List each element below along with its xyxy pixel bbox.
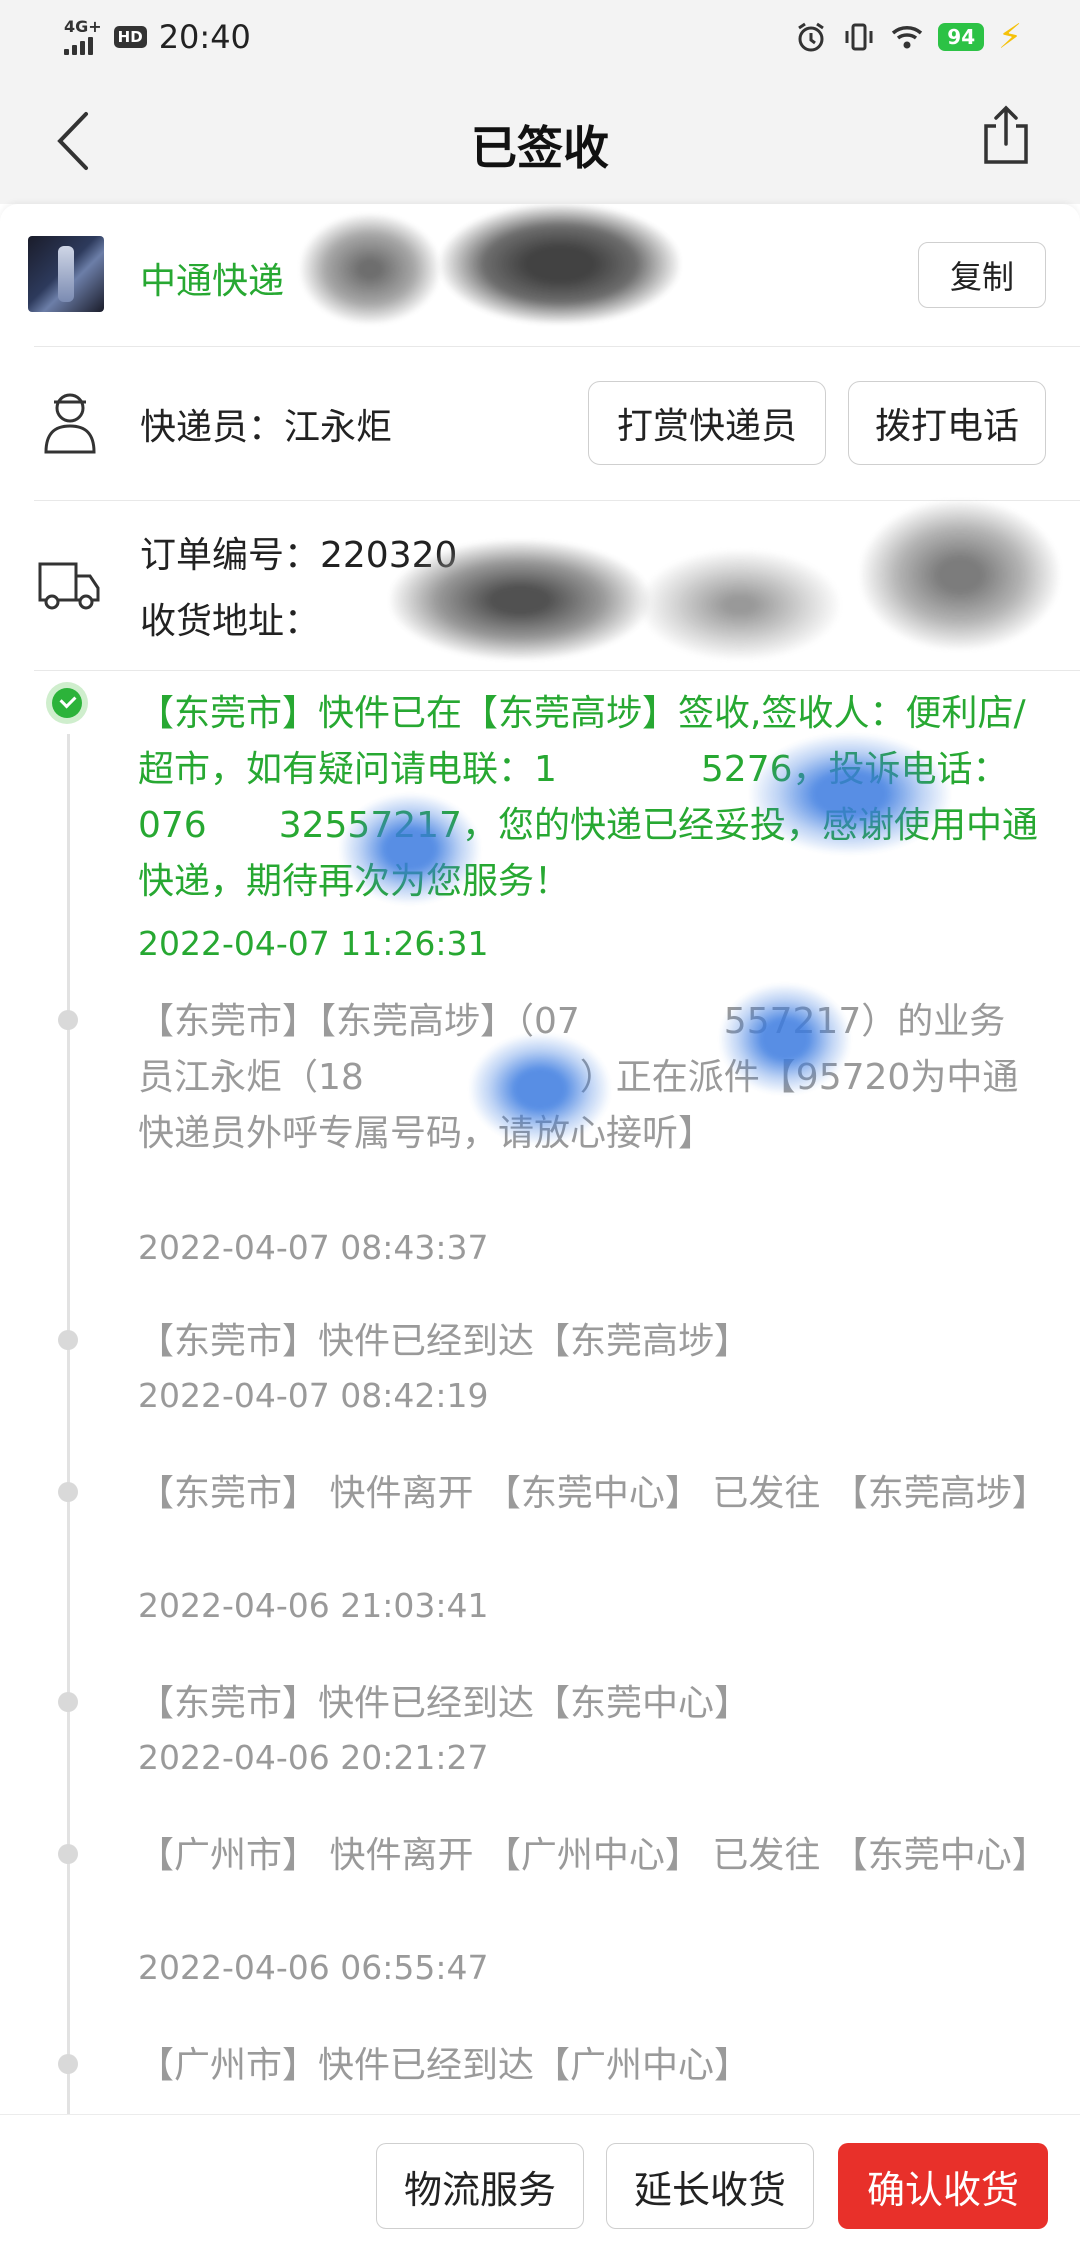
courier-person-row: 快递员：江永炬 打赏快递员 拨打电话 [0, 346, 1080, 500]
timeline-dot [58, 1482, 78, 1502]
redaction-scribble [860, 500, 1060, 650]
extend-receipt-button[interactable]: 延长收货 [606, 2143, 814, 2229]
network-type: 4G+ [64, 17, 102, 36]
redaction-scribble [340, 794, 480, 904]
redaction-scribble [750, 734, 950, 854]
signal-icon [64, 35, 93, 55]
divider [34, 670, 1080, 671]
tracking-card: 中通快递 复制 快递员：江永炬 打赏快递员 拨打电话 订单编号：220320 收… [0, 204, 1080, 2114]
redaction-scribble [300, 214, 440, 324]
courier-company-name: 中通快递 [140, 261, 285, 302]
event-text: 【东莞市】 快件离开 【东莞中心】 已发往 【东莞高埗】 [138, 1473, 1048, 1514]
redaction-scribble [440, 204, 680, 324]
status-time: 20:40 [158, 18, 251, 56]
event-time: 2022-04-07 08:43:37 [138, 1228, 489, 1267]
charging-icon: ⚡ [998, 17, 1022, 57]
vibrate-icon [845, 23, 873, 51]
redaction-scribble [390, 540, 650, 660]
timeline-line [67, 734, 70, 2114]
timeline-dot [58, 1010, 78, 1030]
reward-courier-button[interactable]: 打赏快递员 [588, 381, 826, 465]
timeline-dot [58, 1692, 78, 1712]
event-text: 【广州市】 快件离开 【广州中心】 已发往 【东莞中心】 [138, 1835, 1048, 1876]
share-icon[interactable] [978, 104, 1034, 166]
check-icon [46, 682, 88, 724]
redaction-scribble [720, 984, 850, 1094]
page-title: 已签收 [471, 121, 609, 175]
timeline-dot [58, 1330, 78, 1350]
call-courier-button[interactable]: 拨打电话 [848, 381, 1046, 465]
event-time: 2022-04-06 06:55:47 [138, 1948, 489, 1987]
watermark: @大班模型 [856, 2234, 967, 2256]
delivery-address: 收货地址： [140, 601, 321, 642]
product-thumbnail [28, 236, 104, 312]
truck-icon [38, 562, 100, 610]
event-text: 【东莞市】快件已经到达【东莞高埗】 [138, 1321, 751, 1362]
event-text: 【广州市】快件已经到达【广州中心】 [138, 2045, 751, 2086]
courier-company-row: 中通快递 复制 [0, 204, 1080, 346]
wifi-icon [892, 26, 923, 49]
event-time: 2022-04-06 20:21:27 [138, 1738, 489, 1777]
event-time: 2022-04-07 11:26:31 [138, 924, 489, 963]
hd-badge: HD [113, 26, 147, 48]
courier-person-label: 快递员：江永炬 [140, 407, 393, 448]
redaction-scribble [640, 550, 840, 660]
logistics-service-button[interactable]: 物流服务 [376, 2143, 584, 2229]
confirm-receipt-button[interactable]: 确认收货 [838, 2143, 1048, 2229]
event-text: 【东莞市】快件已经到达【东莞中心】 [138, 1683, 751, 1724]
battery-indicator: 94 [938, 23, 985, 51]
timeline-dot [58, 1844, 78, 1864]
copy-button[interactable]: 复制 [918, 242, 1046, 308]
courier-person-icon [44, 393, 96, 454]
event-time: 2022-04-06 21:03:41 [138, 1586, 489, 1625]
timeline-dot [58, 2054, 78, 2074]
status-bar: 4G+ HD 20:40 94 ⚡ [0, 0, 1080, 76]
alarm-icon [798, 22, 825, 52]
redaction-scribble [470, 1034, 610, 1144]
order-info-row: 订单编号：220320 收货地址： [0, 500, 1080, 670]
nav-bar: 已签收 [0, 76, 1080, 204]
event-time: 2022-04-07 08:42:19 [138, 1376, 489, 1415]
